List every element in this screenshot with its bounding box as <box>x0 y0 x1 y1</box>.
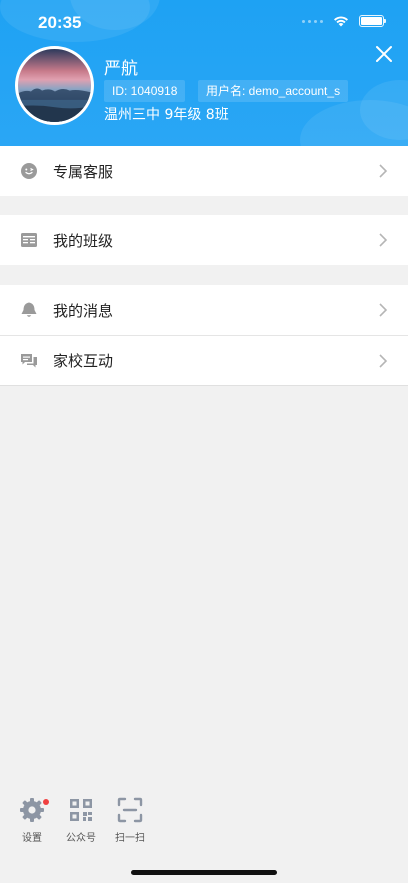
menu-group-support: 专属客服 <box>0 146 408 196</box>
support-face-icon <box>21 163 37 179</box>
chevron-right-icon <box>379 353 388 368</box>
scan-button[interactable]: 扫一扫 <box>110 796 150 844</box>
status-time: 20:35 <box>38 13 82 32</box>
battery-icon <box>359 15 386 27</box>
menu-group-class: 我的班级 <box>0 215 408 265</box>
profile-header: 20:35 严航 ID: 1040918 用户名: demo_account_s… <box>0 0 408 146</box>
qr-code-icon <box>70 799 92 821</box>
class-board-icon <box>21 233 37 247</box>
chevron-right-icon <box>379 233 388 247</box>
official-account-button[interactable]: 公众号 <box>61 796 101 844</box>
wifi-icon <box>334 16 348 27</box>
username-tag: 用户名: demo_account_s <box>198 80 349 102</box>
scan-label: 扫一扫 <box>115 833 145 844</box>
user-name: 严航 <box>104 59 138 79</box>
bottom-toolbar: 设置 公众号 扫一扫 <box>0 790 408 850</box>
menu-item-my-messages[interactable]: 我的消息 <box>0 285 408 335</box>
bell-icon <box>21 302 37 317</box>
avatar-image <box>18 88 91 122</box>
notification-badge <box>43 799 49 805</box>
chat-bubbles-icon <box>21 353 37 367</box>
chevron-right-icon <box>379 164 388 178</box>
gear-icon <box>20 798 44 822</box>
menu-item-customer-service[interactable]: 专属客服 <box>0 146 408 196</box>
scan-icon <box>117 797 143 823</box>
home-indicator[interactable] <box>131 870 277 875</box>
settings-button[interactable]: 设置 <box>12 796 52 844</box>
school-class-info: 温州三中 9年级 8班 <box>104 107 229 123</box>
menu-item-label: 家校互动 <box>53 352 114 370</box>
official-account-label: 公众号 <box>66 833 96 844</box>
menu-group-messages: 我的消息 家校互动 <box>0 285 408 386</box>
chevron-right-icon <box>379 303 388 317</box>
menu-item-label: 我的消息 <box>53 301 114 320</box>
menu-item-label: 专属客服 <box>53 162 114 181</box>
status-icons <box>302 15 386 27</box>
settings-label: 设置 <box>22 833 42 844</box>
menu-item-home-school[interactable]: 家校互动 <box>0 335 408 385</box>
menu-item-label: 我的班级 <box>53 231 114 250</box>
menu-item-my-class[interactable]: 我的班级 <box>0 215 408 265</box>
close-icon[interactable] <box>374 44 394 64</box>
user-id-tag: ID: 1040918 <box>104 80 186 102</box>
signal-dots-icon <box>302 19 323 23</box>
avatar[interactable] <box>15 46 94 125</box>
